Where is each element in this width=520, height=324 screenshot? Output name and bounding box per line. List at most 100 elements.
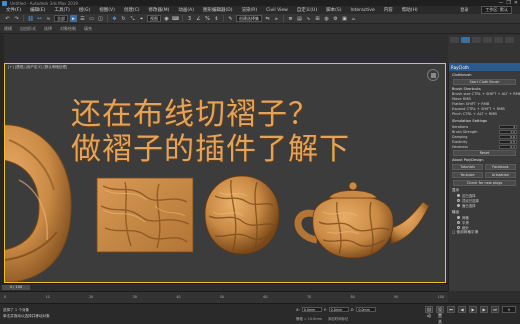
material-editor-icon[interactable]: ◍: [323, 15, 330, 22]
pivot-icon[interactable]: ◉: [163, 15, 170, 22]
reference-coord-dropdown[interactable]: 视图: [147, 15, 161, 22]
sign-in-link[interactable]: 登录: [460, 7, 468, 13]
check-updates-button[interactable]: Check for new plugs: [453, 180, 516, 186]
wrinkled-plane-object[interactable]: [95, 176, 195, 254]
selection-filter-dropdown[interactable]: 全部: [54, 15, 68, 22]
render-setup-icon[interactable]: ⚙: [332, 15, 339, 22]
menu-content[interactable]: 内容: [384, 7, 393, 13]
play-icon[interactable]: ▶: [469, 306, 477, 313]
youtube-button[interactable]: Youtube: [452, 172, 483, 178]
damping-field[interactable]: 0.6: [499, 134, 517, 139]
undo-icon[interactable]: ↶: [4, 15, 11, 22]
render-icon[interactable]: ☕: [350, 15, 357, 22]
menu-animation[interactable]: 动画(A): [178, 7, 194, 13]
ribbon-tab-selection[interactable]: 选择: [44, 26, 52, 32]
ribbon-tab-populate[interactable]: 填充: [84, 26, 92, 32]
motion-tab-icon[interactable]: [483, 37, 492, 43]
edit-named-selection-icon[interactable]: ✎: [227, 15, 234, 22]
use-meshsmooth-checkbox[interactable]: □ 使用网格平滑: [449, 230, 520, 235]
redo-icon[interactable]: ↷: [13, 15, 20, 22]
menu-tools[interactable]: 工具(T): [54, 7, 69, 13]
menu-graph-editors[interactable]: 图形编辑器(D): [203, 7, 232, 13]
unlink-icon[interactable]: ⚯: [36, 15, 43, 22]
reset-button[interactable]: Reset: [453, 150, 516, 156]
artstation-button[interactable]: Artstation: [485, 172, 516, 178]
z-coord-field[interactable]: 0.0mm: [356, 307, 377, 312]
menu-civil-view[interactable]: Civil View: [266, 8, 288, 13]
select-by-name-icon[interactable]: ☰: [79, 15, 86, 22]
keyboard-override-icon[interactable]: ⌨: [172, 15, 179, 22]
prev-frame-icon[interactable]: ◀: [458, 306, 466, 313]
menu-create[interactable]: 创建(C): [124, 7, 140, 13]
clothbrush-section-title[interactable]: Clothbrush: [449, 73, 520, 78]
radio-dot[interactable]: [457, 194, 460, 197]
rotate-icon[interactable]: ↻: [120, 15, 127, 22]
toggle-ribbon-icon[interactable]: ▤: [296, 15, 303, 22]
menu-help[interactable]: 帮助(H): [402, 7, 418, 13]
plugin-header[interactable]: RayCloth: [449, 63, 520, 71]
menu-modifiers[interactable]: 修改器(M): [148, 7, 169, 13]
y-coord-field[interactable]: 0.0mm: [328, 307, 349, 312]
menu-customize[interactable]: 自定义(U): [297, 7, 317, 13]
menu-interactive[interactable]: Interactive: [350, 8, 374, 13]
menu-edit[interactable]: 编辑(E): [30, 7, 45, 13]
start-cloth-brush-button[interactable]: Start Cloth Brush: [453, 79, 516, 85]
time-slider[interactable]: 0 / 100: [2, 285, 30, 290]
menu-scripting[interactable]: 脚本(S): [326, 7, 341, 13]
add-time-tag-button[interactable]: 添加时间标记: [328, 316, 348, 321]
auto-key-button[interactable]: 自动: [425, 306, 433, 318]
create-tab-icon[interactable]: [450, 37, 459, 43]
spinner-snap-icon[interactable]: ⇕: [213, 15, 220, 22]
workspace-dropdown[interactable]: 工作区: 默认: [481, 6, 512, 14]
wrinkled-teapot-object[interactable]: [287, 178, 433, 264]
menu-file[interactable]: 文件(F): [6, 7, 21, 13]
window-crossing-icon[interactable]: ◫: [97, 15, 104, 22]
radio-dot[interactable]: [457, 199, 460, 202]
brush-strength-field[interactable]: 1.0: [499, 129, 517, 134]
go-to-start-icon[interactable]: ⏮: [447, 306, 455, 313]
layer-explorer-icon[interactable]: ≣: [287, 15, 294, 22]
set-key-button[interactable]: 设置关键点: [436, 306, 444, 324]
torus-object[interactable]: [4, 120, 79, 283]
modify-tab-icon[interactable]: [461, 37, 470, 43]
move-icon[interactable]: ✥: [111, 15, 118, 22]
go-to-end-icon[interactable]: ⏭: [491, 306, 499, 313]
angle-snap-icon[interactable]: ∠: [195, 15, 202, 22]
hardness-field[interactable]: 0.2: [499, 144, 517, 149]
menu-views[interactable]: 视图(V): [99, 7, 115, 13]
ribbon-tab-object-paint[interactable]: 对象绘制: [60, 26, 76, 32]
display-tab-icon[interactable]: [494, 37, 503, 43]
hierarchy-tab-icon[interactable]: [472, 37, 481, 43]
viewcube-icon[interactable]: [427, 69, 439, 81]
align-icon[interactable]: ⫸: [273, 15, 280, 22]
radio-dot[interactable]: [457, 226, 460, 229]
menu-rendering[interactable]: 渲染(R): [241, 7, 257, 13]
next-frame-icon[interactable]: ▶: [480, 306, 488, 313]
radio-dot[interactable]: [457, 221, 460, 224]
menu-group[interactable]: 组(G): [79, 7, 91, 13]
select-object-icon[interactable]: ▸: [70, 15, 77, 22]
facebook-button[interactable]: Facebook: [485, 164, 516, 170]
current-frame-field[interactable]: 0: [502, 306, 516, 313]
track-bar[interactable]: 0 10 20 30 40 50 60 70 80 90 100: [0, 291, 448, 303]
viewport-label[interactable]: [+] [透视] [用户定义] [默认明暗处理]: [8, 65, 67, 70]
percent-snap-icon[interactable]: %: [204, 15, 211, 22]
ribbon-tab-freeform[interactable]: 自由形式: [20, 26, 36, 32]
bind-spacewarp-icon[interactable]: ≈: [45, 15, 52, 22]
utilities-tab-icon[interactable]: [505, 37, 514, 43]
ribbon-tab-modeling[interactable]: 建模: [4, 26, 12, 32]
placement-icon[interactable]: ⌖: [138, 15, 145, 22]
elasticity-field[interactable]: 0.5: [499, 139, 517, 144]
link-icon[interactable]: ⛓: [27, 15, 34, 22]
curve-editor-icon[interactable]: ∿: [305, 15, 312, 22]
radio-dot[interactable]: [457, 204, 460, 207]
schematic-view-icon[interactable]: ⊞: [314, 15, 321, 22]
wrinkled-sphere-object[interactable]: [201, 172, 283, 258]
x-coord-field[interactable]: 0.0mm: [301, 307, 322, 312]
named-selection-dropdown[interactable]: 创建选择集: [236, 15, 262, 22]
mirror-icon[interactable]: ⇋: [264, 15, 271, 22]
radio-option[interactable]: 面已选择: [449, 203, 520, 208]
tutorials-button[interactable]: Tutorials: [452, 164, 483, 170]
radio-dot[interactable]: [457, 216, 460, 219]
rendered-frame-icon[interactable]: ▣: [341, 15, 348, 22]
